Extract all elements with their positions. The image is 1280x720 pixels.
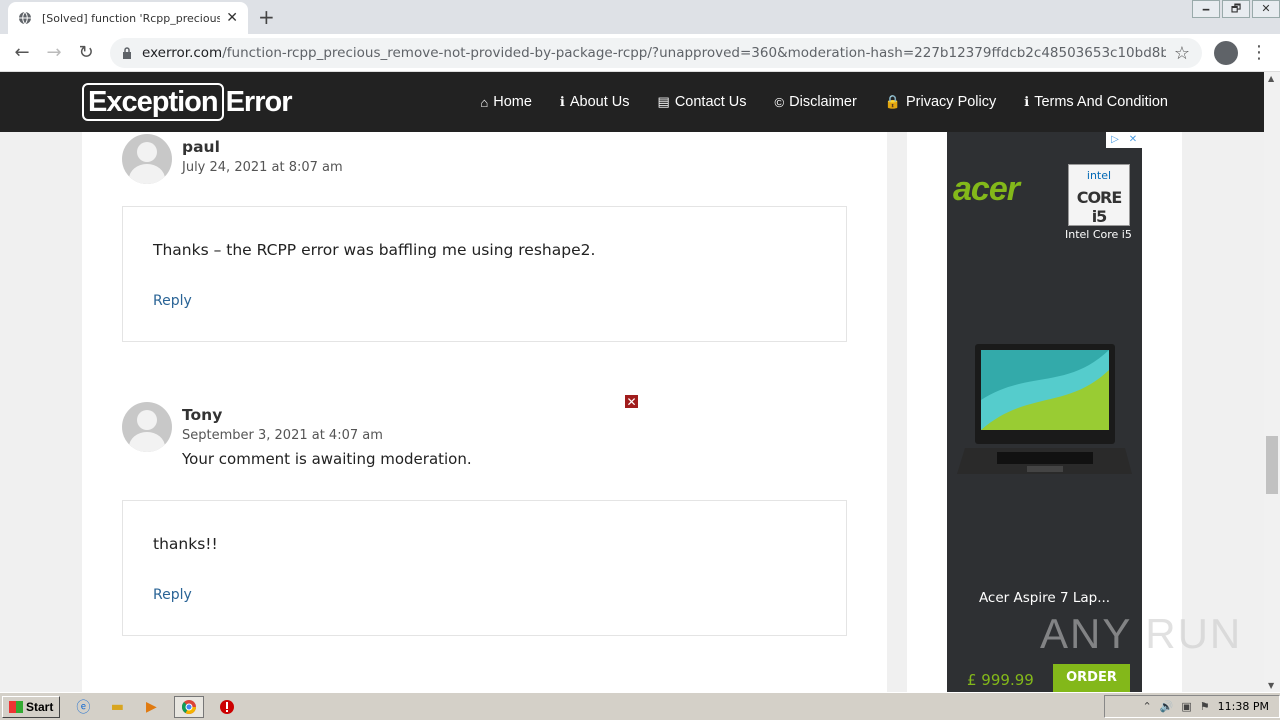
minimize-button[interactable]: 🗕 — [1192, 0, 1220, 18]
comment-text: Thanks – the RCPP error was baffling me … — [153, 241, 596, 259]
close-window-button[interactable]: ✕ — [1252, 0, 1280, 18]
comment-date[interactable]: September 3, 2021 at 4:07 am — [182, 428, 472, 443]
adchoices-icon[interactable]: ▷ — [1106, 132, 1124, 148]
comment-body: thanks!! Reply — [122, 500, 847, 636]
forward-icon[interactable]: → — [38, 42, 70, 63]
reply-link[interactable]: Reply — [153, 293, 192, 309]
browser-menu-icon[interactable]: ⋮ — [1250, 42, 1268, 63]
lock-icon: 🔒 — [884, 94, 901, 109]
warning-app-icon[interactable] — [216, 696, 238, 718]
home-icon: ⌂ — [480, 94, 489, 110]
comment-author[interactable]: Tony — [182, 406, 472, 424]
scroll-thumb[interactable] — [1266, 436, 1278, 494]
comment-header: Tony September 3, 2021 at 4:07 am Your c… — [122, 402, 472, 468]
ad-choices[interactable]: ▷ ✕ — [1106, 132, 1142, 148]
intel-caption: Intel Core i5 — [1065, 228, 1132, 241]
avatar — [122, 134, 172, 184]
browser-toolbar: ← → ↻ exerror.com/function-rcpp_precious… — [0, 34, 1280, 72]
restore-button[interactable]: 🗗 — [1222, 0, 1250, 18]
nav-contact-us[interactable]: ▤ Contact Us — [658, 94, 747, 110]
site-logo[interactable]: Exception Error — [82, 82, 293, 122]
chrome-icon[interactable] — [174, 695, 205, 718]
page-scrollbar[interactable]: ▲ ▼ — [1264, 72, 1280, 692]
reload-icon[interactable]: ↻ — [70, 42, 102, 63]
advertisement[interactable]: ▷ ✕ acer intel CORE i5 Intel Core i5 Ace… — [947, 132, 1142, 692]
bookmark-star-icon[interactable]: ☆ — [1174, 43, 1190, 64]
copyright-icon: © — [774, 94, 785, 110]
action-center-flag-icon[interactable]: ⚑ — [1200, 700, 1210, 713]
windows-flag-icon — [9, 700, 23, 713]
ad-price: £ 999.99 — [967, 671, 1034, 689]
lock-icon — [123, 47, 131, 59]
laptop-image — [957, 344, 1132, 474]
tray-expand-icon[interactable]: ⌃ — [1142, 700, 1151, 713]
comment-author[interactable]: paul — [182, 138, 343, 156]
main-nav: ⌂ Home ℹ About Us ▤ Contact Us © Disclaimer … — [452, 72, 1168, 132]
system-tray: ⌃ 🔊 ▣ ⚑ 11:38 PM — [1104, 695, 1280, 718]
comment-body: Thanks – the RCPP error was baffling me … — [122, 206, 847, 342]
nav-privacy-policy[interactable]: 🔒 Privacy Policy — [885, 94, 996, 110]
clock[interactable]: 11:38 PM — [1218, 700, 1269, 713]
nav-about-us[interactable]: ℹ About Us — [560, 94, 630, 110]
info-icon: ℹ — [559, 94, 565, 109]
address-bar[interactable]: exerror.com/function-rcpp_precious_remov… — [110, 38, 1202, 68]
scroll-down-icon[interactable]: ▼ — [1268, 681, 1274, 690]
profile-avatar-icon[interactable] — [1214, 41, 1238, 65]
ad-product-name[interactable]: Acer Aspire 7 Lap... — [947, 590, 1142, 606]
globe-icon — [19, 11, 31, 25]
volume-icon[interactable]: 🔊 — [1160, 700, 1174, 713]
scroll-up-icon[interactable]: ▲ — [1268, 74, 1274, 83]
browser-tab[interactable]: [Solved] function 'Rcpp_precious_re ✕ — [8, 2, 248, 34]
site-header: Exception Error ⌂ Home ℹ About Us ▤ Contact … — [0, 72, 1264, 132]
reply-link[interactable]: Reply — [153, 587, 192, 603]
nav-disclaimer[interactable]: © Disclaimer — [775, 94, 857, 110]
back-icon[interactable]: ← — [6, 42, 38, 63]
window-controls: 🗕 🗗 ✕ — [1190, 0, 1280, 18]
comments-section: paul July 24, 2021 at 8:07 am Thanks – t… — [82, 132, 887, 692]
info-circle-icon: ℹ — [1024, 94, 1030, 109]
moderation-notice: Your comment is awaiting moderation. — [182, 450, 472, 468]
intel-badge: intel CORE i5 — [1068, 164, 1130, 226]
folder-icon[interactable]: ▬ — [106, 696, 128, 718]
url-text: exerror.com/function-rcpp_precious_remov… — [142, 45, 1166, 61]
page-body: paul July 24, 2021 at 8:07 am Thanks – t… — [0, 132, 1264, 692]
network-icon[interactable]: ▣ — [1181, 700, 1191, 713]
tab-title: [Solved] function 'Rcpp_precious_re — [42, 11, 221, 25]
ad-close-icon[interactable]: ✕ — [1124, 132, 1142, 148]
start-button[interactable]: Start — [2, 695, 61, 718]
close-icon[interactable]: ✕ — [624, 394, 639, 409]
internet-explorer-icon[interactable]: ⓔ — [72, 696, 94, 718]
comment-date[interactable]: July 24, 2021 at 8:07 am — [182, 160, 343, 175]
id-card-icon: ▤ — [657, 94, 670, 109]
comment-header: paul July 24, 2021 at 8:07 am — [122, 134, 343, 184]
nav-terms[interactable]: ℹ Terms And Condition — [1024, 94, 1168, 110]
sidebar: ▷ ✕ acer intel CORE i5 Intel Core i5 Ace… — [907, 132, 1182, 692]
windows-taskbar: Start ⓔ ▬ ▶ ⌃ 🔊 ▣ ⚑ 11:38 PM — [0, 692, 1280, 720]
browser-tab-strip: [Solved] function 'Rcpp_precious_re ✕ + … — [0, 0, 1280, 34]
nav-home[interactable]: ⌂ Home — [480, 94, 532, 110]
new-tab-button[interactable]: + — [258, 5, 275, 29]
media-player-icon[interactable]: ▶ — [140, 696, 162, 718]
anyrun-watermark: ANY RUN — [1040, 610, 1243, 657]
avatar — [122, 402, 172, 452]
acer-logo: acer — [953, 170, 1020, 208]
comment-text: thanks!! — [153, 535, 218, 553]
tab-close-icon[interactable]: ✕ — [226, 10, 238, 26]
order-button[interactable]: ORDER — [1053, 664, 1130, 692]
